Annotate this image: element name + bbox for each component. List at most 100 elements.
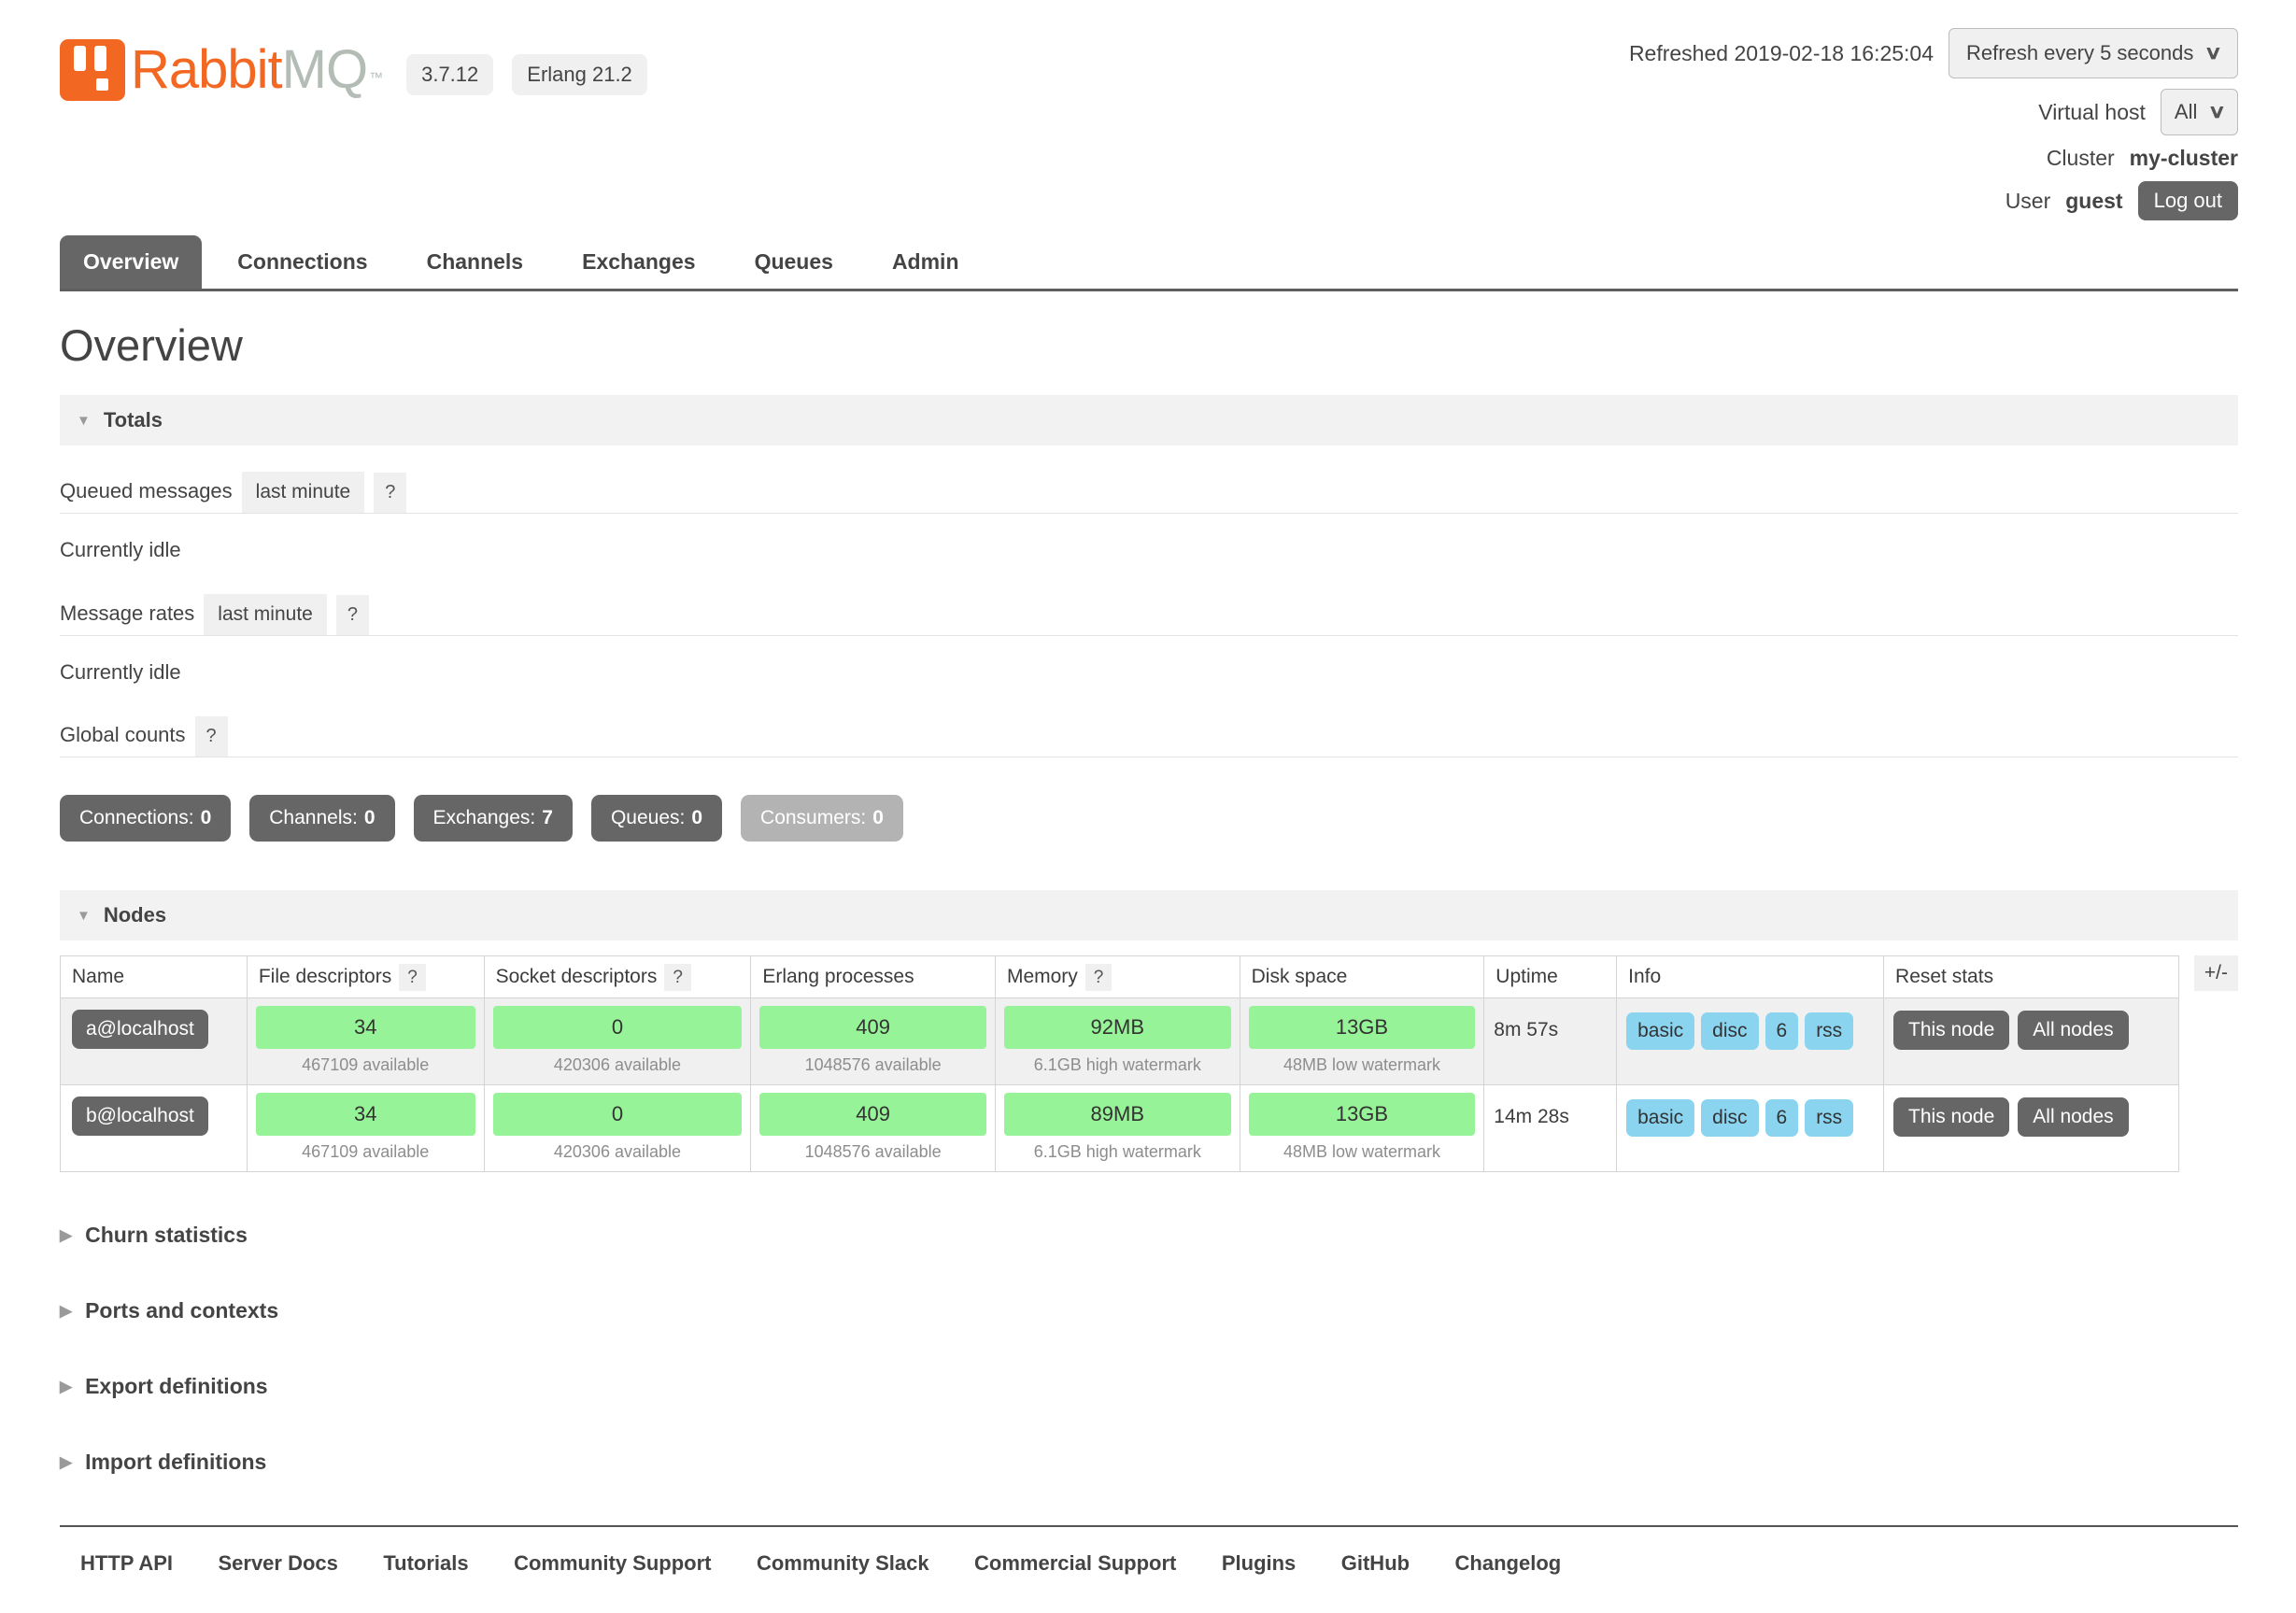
help-icon[interactable]: ? — [664, 964, 691, 991]
column-toggle-button[interactable]: +/- — [2194, 955, 2238, 991]
footer-link-plugins[interactable]: Plugins — [1222, 1551, 1296, 1575]
memory-metric: 89MB — [1004, 1093, 1231, 1136]
info-badge-rss[interactable]: rss — [1805, 1099, 1853, 1137]
section-export-definitions[interactable]: ▶ Export definitions — [60, 1374, 2238, 1399]
wordmark-mq: MQ — [282, 39, 367, 100]
help-icon[interactable]: ? — [1085, 964, 1113, 991]
page-title: Overview — [60, 319, 2238, 371]
footer-link-server-docs[interactable]: Server Docs — [218, 1551, 337, 1575]
footer-link-http-api[interactable]: HTTP API — [80, 1551, 173, 1575]
consumers-count-value: 0 — [872, 807, 884, 828]
rates-last-minute-tab[interactable]: last minute — [204, 594, 327, 635]
disk-metric: 13GB — [1249, 1006, 1476, 1049]
queues-count-button[interactable]: Queues:0 — [591, 795, 722, 842]
node-name-badge[interactable]: a@localhost — [72, 1010, 208, 1049]
consumers-count-label: Consumers: — [760, 807, 866, 828]
footer-link-commercial-support[interactable]: Commercial Support — [974, 1551, 1176, 1575]
message-rates-status: Currently idle — [60, 660, 2238, 685]
reset-all-nodes-button[interactable]: All nodes — [2018, 1011, 2128, 1050]
node-uptime: 14m 28s — [1484, 1085, 1617, 1172]
nodes-table: Name File descriptors? Socket descriptor… — [60, 955, 2179, 1172]
tab-exchanges[interactable]: Exchanges — [559, 235, 718, 289]
node-info-cell: basicdisc6rss — [1617, 1085, 1884, 1172]
help-icon[interactable]: ? — [374, 473, 406, 513]
col-erlang-processes: Erlang processes — [751, 956, 996, 998]
churn-statistics-label: Churn statistics — [85, 1223, 248, 1248]
footer-link-community-slack[interactable]: Community Slack — [757, 1551, 929, 1575]
totals-section-header[interactable]: ▼ Totals — [60, 395, 2238, 446]
reset-this-node-button[interactable]: This node — [1893, 1097, 2009, 1137]
disk-metric: 13GB — [1249, 1093, 1476, 1136]
nodes-table-area: Name File descriptors? Socket descriptor… — [60, 955, 2238, 1172]
info-badge-stats[interactable]: 6 — [1765, 1012, 1799, 1050]
tab-connections[interactable]: Connections — [214, 235, 390, 289]
info-badge-basic[interactable]: basic — [1626, 1099, 1694, 1137]
node-name-badge[interactable]: b@localhost — [72, 1097, 208, 1136]
footer-link-changelog[interactable]: Changelog — [1455, 1551, 1562, 1575]
node-reset-cell: This nodeAll nodes — [1884, 998, 2179, 1085]
rabbitmq-version-badge: 3.7.12 — [406, 54, 493, 95]
sd-available: 420306 available — [493, 1049, 743, 1079]
footer-link-tutorials[interactable]: Tutorials — [383, 1551, 468, 1575]
help-icon[interactable]: ? — [399, 964, 426, 991]
logout-button[interactable]: Log out — [2138, 181, 2238, 220]
section-import-definitions[interactable]: ▶ Import definitions — [60, 1450, 2238, 1475]
expand-icon: ▶ — [60, 1226, 72, 1245]
channels-count-button[interactable]: Channels:0 — [249, 795, 394, 842]
reset-this-node-button[interactable]: This node — [1893, 1011, 2009, 1050]
section-ports-and-contexts[interactable]: ▶ Ports and contexts — [60, 1298, 2238, 1323]
message-rates-label: Message rates — [60, 601, 204, 635]
footer-link-github[interactable]: GitHub — [1341, 1551, 1410, 1575]
help-icon[interactable]: ? — [195, 716, 228, 757]
vhost-value: All — [2175, 100, 2197, 124]
vhost-label: Virtual host — [2038, 100, 2146, 125]
global-counts-label: Global counts — [60, 723, 195, 757]
tab-admin[interactable]: Admin — [869, 235, 983, 289]
queued-last-minute-tab[interactable]: last minute — [242, 472, 365, 513]
cluster-name: my-cluster — [2130, 146, 2238, 171]
consumers-count-button[interactable]: Consumers: 0 — [741, 795, 903, 842]
node-row-b: b@localhost 34467109 available 0420306 a… — [61, 1085, 2179, 1172]
rabbitmq-logo[interactable]: RabbitMQ™ — [60, 39, 382, 101]
info-badge-disc[interactable]: disc — [1701, 1099, 1758, 1137]
tab-overview[interactable]: Overview — [60, 235, 202, 289]
nodes-section-title: Nodes — [104, 903, 166, 927]
expand-icon: ▶ — [60, 1453, 72, 1472]
info-badge-rss[interactable]: rss — [1805, 1012, 1853, 1050]
footer: HTTP API Server Docs Tutorials Community… — [60, 1525, 2238, 1613]
refreshed-timestamp: Refreshed 2019-02-18 16:25:04 — [1629, 41, 1934, 66]
col-uptime: Uptime — [1484, 956, 1617, 998]
nodes-section-header[interactable]: ▼ Nodes — [60, 890, 2238, 941]
section-churn-statistics[interactable]: ▶ Churn statistics — [60, 1223, 2238, 1248]
footer-link-community-support[interactable]: Community Support — [514, 1551, 711, 1575]
exchanges-count-button[interactable]: Exchanges:7 — [414, 795, 573, 842]
main-nav: Overview Connections Channels Exchanges … — [60, 235, 2238, 291]
connections-count-value: 0 — [201, 807, 212, 828]
channels-count-value: 0 — [364, 807, 376, 828]
info-badge-stats[interactable]: 6 — [1765, 1099, 1799, 1137]
erlang-version-badge: Erlang 21.2 — [512, 54, 647, 95]
global-counts-buttons: Connections:0 Channels:0 Exchanges:7 Que… — [60, 795, 2238, 842]
nodes-header-row: Name File descriptors? Socket descriptor… — [61, 956, 2179, 998]
queues-count-label: Queues: — [611, 807, 685, 828]
connections-count-button[interactable]: Connections:0 — [60, 795, 231, 842]
cluster-label: Cluster — [2047, 146, 2115, 171]
sd-metric: 0 — [493, 1006, 743, 1049]
export-definitions-label: Export definitions — [85, 1374, 268, 1399]
tab-channels[interactable]: Channels — [404, 235, 547, 289]
refresh-interval-select[interactable]: Refresh every 5 seconds ∨ — [1949, 28, 2238, 78]
brand-area: RabbitMQ™ 3.7.12 Erlang 21.2 — [60, 28, 647, 101]
tab-queues[interactable]: Queues — [731, 235, 857, 289]
status-controls: Refreshed 2019-02-18 16:25:04 Refresh ev… — [1629, 28, 2238, 220]
info-badge-disc[interactable]: disc — [1701, 1012, 1758, 1050]
vhost-select[interactable]: All ∨ — [2161, 89, 2238, 135]
disk-watermark: 48MB low watermark — [1249, 1049, 1476, 1079]
rabbitmq-wordmark: RabbitMQ™ — [131, 43, 382, 97]
collapse-icon: ▼ — [77, 908, 91, 924]
reset-all-nodes-button[interactable]: All nodes — [2018, 1097, 2128, 1137]
col-socket-descriptors: Socket descriptors? — [484, 956, 751, 998]
node-info-cell: basicdisc6rss — [1617, 998, 1884, 1085]
help-icon[interactable]: ? — [336, 595, 369, 635]
exchanges-count-label: Exchanges: — [433, 807, 536, 828]
info-badge-basic[interactable]: basic — [1626, 1012, 1694, 1050]
